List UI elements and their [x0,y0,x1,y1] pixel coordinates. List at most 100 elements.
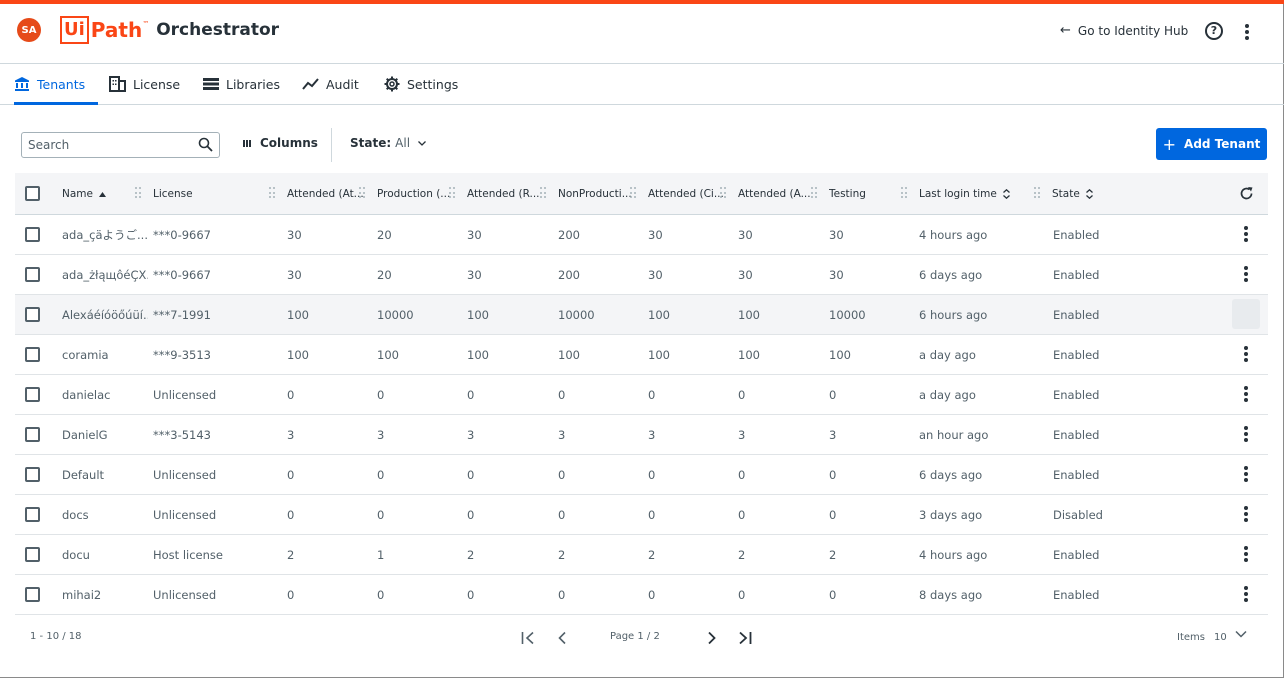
table-row[interactable]: danielac Unlicensed 0 0 0 0 0 0 0 a day ago Enable… [15,375,1268,415]
row-actions-icon[interactable] [1244,346,1248,362]
column-resize-handle[interactable] [720,187,726,199]
cell-license: Unlicensed [153,467,217,482]
help-icon[interactable]: ? [1205,22,1223,40]
search-input[interactable] [22,133,192,157]
row-checkbox[interactable] [25,427,40,442]
row-actions-icon[interactable] [1244,426,1248,442]
cell-production: 0 [377,507,385,522]
add-tenant-button[interactable]: + Add Tenant [1156,128,1267,160]
row-checkbox[interactable] [25,467,40,482]
cell-nonproduction: 0 [558,587,566,602]
cell-name: docu [62,547,90,562]
cell-attended-at: 0 [287,507,295,522]
search-box [21,132,220,158]
cell-nonproduction: 0 [558,507,566,522]
last-page-icon[interactable] [738,631,752,645]
items-per-page-value[interactable]: 10 [1214,632,1227,643]
tab-tenants[interactable]: Tenants [14,64,99,105]
table-row[interactable]: coramia ***9-3513 100 100 100 100 100 100 100 a d… [15,335,1268,375]
cell-attended-ci: 3 [648,427,656,442]
column-resize-handle[interactable] [269,187,275,199]
sort-icon [1002,189,1010,199]
avatar[interactable]: SA [17,18,41,42]
column-resize-handle[interactable] [901,187,907,199]
column-header-name[interactable]: Name [62,173,142,215]
row-checkbox[interactable] [25,547,40,562]
chevron-down-icon[interactable] [1235,630,1247,638]
cell-state: Enabled [1053,347,1100,362]
cell-attended-at: 0 [287,387,295,402]
table-row[interactable]: ada_çäようご... ***0-9667 30 20 30 200 30 30 30 4 ho… [15,215,1268,255]
column-resize-handle[interactable] [359,187,365,199]
table-row[interactable]: DanielG ***3-5143 3 3 3 3 3 3 3 an hour ago Enable… [15,415,1268,455]
row-actions-icon[interactable] [1244,466,1248,482]
uipath-logo[interactable]: Ui Path ™ Orchestrator [60,16,279,44]
cell-attended-r: 0 [467,587,475,602]
row-checkbox[interactable] [25,507,40,522]
refresh-icon[interactable] [1239,186,1254,201]
row-checkbox[interactable] [25,307,40,322]
tab-license[interactable]: License [109,64,180,104]
cell-attended-a: 0 [738,467,746,482]
row-checkbox[interactable] [25,347,40,362]
column-resize-handle[interactable] [1034,187,1040,199]
column-resize-handle[interactable] [540,187,546,199]
page-info: Page 1 / 2 [610,631,660,642]
column-resize-handle[interactable] [811,187,817,199]
table-row[interactable]: Alexáéíóöőúüí... ***7-1991 100 10000 100 1000… [15,295,1268,335]
row-actions-icon[interactable] [1232,299,1260,329]
identity-hub-link[interactable]: ← Go to Identity Hub [1060,23,1188,38]
row-checkbox[interactable] [25,227,40,242]
cell-name: danielac [62,387,111,402]
row-checkbox[interactable] [25,267,40,282]
previous-page-icon[interactable] [557,631,567,645]
cell-attended-r: 100 [467,347,489,362]
cell-attended-a: 30 [738,227,753,242]
column-header-attended-ci[interactable]: Attended (Ci... [648,173,728,215]
cell-name: ada_żłąщôéÇX... [62,267,148,282]
column-header-state[interactable]: State [1052,173,1132,215]
search-icon[interactable] [198,137,213,152]
column-header-attended-a[interactable]: Attended (A... [738,173,818,215]
state-filter-dropdown[interactable]: State: All [350,136,427,150]
column-header-testing[interactable]: Testing [829,173,909,215]
row-checkbox[interactable] [25,587,40,602]
cell-attended-a: 2 [738,547,746,562]
row-actions-icon[interactable] [1244,386,1248,402]
tab-settings[interactable]: Settings [384,64,458,104]
next-page-icon[interactable] [707,631,717,645]
cell-last-login: a day ago [919,387,976,402]
column-header-attended-at[interactable]: Attended (At... [287,173,367,215]
column-resize-handle[interactable] [449,187,455,199]
table-row[interactable]: mihai2 Unlicensed 0 0 0 0 0 0 0 8 days ago Enabled [15,575,1268,615]
column-header-last-login[interactable]: Last login time [919,173,1029,215]
tab-libraries[interactable]: Libraries [203,64,280,104]
column-resize-handle[interactable] [135,187,141,199]
column-header-license[interactable]: License [153,173,263,215]
column-header-production[interactable]: Production (... [377,173,457,215]
column-resize-handle[interactable] [630,187,636,199]
logo-tm: ™ [142,20,150,28]
table-row[interactable]: Default Unlicensed 0 0 0 0 0 0 0 6 days ago Enable… [15,455,1268,495]
cell-state: Enabled [1053,467,1100,482]
column-header-nonproduction[interactable]: NonProducti... [558,173,638,215]
first-page-icon[interactable] [521,631,535,645]
tab-label: Libraries [226,76,280,92]
table-row[interactable]: docu Host license 2 1 2 2 2 2 2 4 hours ago Enable… [15,535,1268,575]
column-header-attended-r[interactable]: Attended (R... [467,173,547,215]
row-actions-icon[interactable] [1244,586,1248,602]
identity-hub-label: Go to Identity Hub [1077,23,1189,38]
tab-audit[interactable]: Audit [302,64,359,104]
row-actions-icon[interactable] [1244,226,1248,242]
row-actions-icon[interactable] [1244,266,1248,282]
columns-button[interactable]: Columns [243,136,318,150]
logo-ui: Ui [60,16,89,44]
more-menu-icon[interactable] [1245,24,1249,40]
row-checkbox[interactable] [25,387,40,402]
table-row[interactable]: docs Unlicensed 0 0 0 0 0 0 0 3 days ago Disabled [15,495,1268,535]
table-row[interactable]: ada_żłąщôéÇX... ***0-9667 30 20 30 200 30 30 30 6… [15,255,1268,295]
product-name: Orchestrator [156,20,280,40]
row-actions-icon[interactable] [1244,506,1248,522]
select-all-checkbox[interactable] [25,186,40,201]
row-actions-icon[interactable] [1244,546,1248,562]
